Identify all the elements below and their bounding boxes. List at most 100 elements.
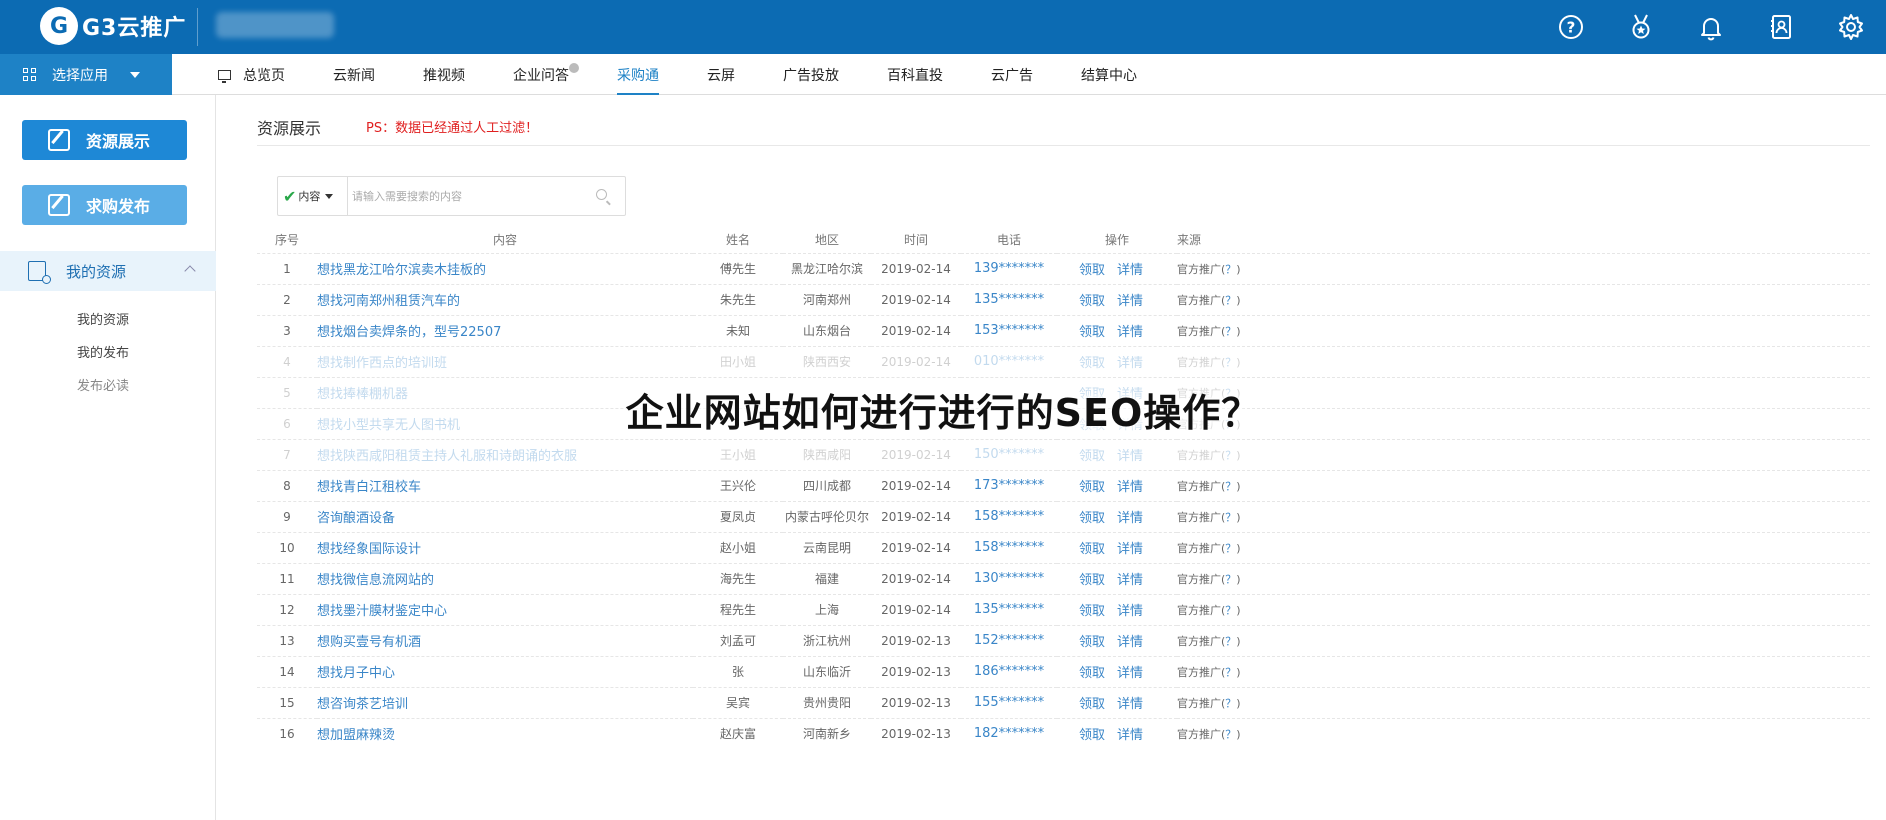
resource-show-button[interactable]: 资源展示 [22,120,187,160]
claim-link[interactable]: 领取 [1079,666,1105,681]
detail-link[interactable]: 详情 [1117,604,1143,619]
tab-ads[interactable]: 广告投放 [783,54,839,95]
source-help-icon[interactable]: ？ [1225,325,1236,338]
help-icon[interactable]: ? [1536,0,1606,54]
row-content-link[interactable]: 想找月子中心 [317,655,693,687]
medal-icon[interactable] [1606,0,1676,54]
app-select-dropdown[interactable]: 选择应用 [0,54,172,95]
search-icon[interactable] [596,189,607,200]
claim-link[interactable]: 领取 [1079,356,1105,371]
source-help-icon[interactable]: ？ [1225,666,1236,679]
claim-link[interactable]: 领取 [1079,325,1105,340]
row-content-link[interactable]: 想找微信息流网站的 [317,562,693,594]
claim-link[interactable]: 领取 [1079,728,1105,743]
row-source: 官方推广(？) [1177,562,1870,594]
source-help-icon[interactable]: ？ [1225,511,1236,524]
claim-link[interactable]: 领取 [1079,294,1105,309]
table-row: 8 想找青白江租校车 王兴伦 四川成都 2019-02-14 173******* 领取 详情… [257,469,1870,501]
source-text: 官方推广( [1177,572,1226,586]
row-content-link[interactable]: 想加盟麻辣烫 [317,717,693,749]
row-content-link[interactable]: 想找烟台卖焊条的，型号22507 [317,314,693,346]
logo[interactable]: G G3云推广 [40,6,186,46]
source-help-icon[interactable]: ？ [1225,573,1236,586]
row-source: 官方推广(？) [1177,314,1870,346]
search-input[interactable] [352,178,592,214]
row-content-link[interactable]: 想购买壹号有机酒 [317,624,693,656]
source-help-icon[interactable]: ？ [1225,542,1236,555]
table-row: 2 想找河南郑州租赁汽车的 朱先生 河南郑州 2019-02-14 135******* 领… [257,283,1870,315]
source-help-icon[interactable]: ？ [1225,263,1236,276]
source-close: ) [1236,262,1241,276]
claim-link[interactable]: 领取 [1079,511,1105,526]
source-help-icon[interactable]: ？ [1225,480,1236,493]
detail-link[interactable]: 详情 [1117,294,1143,309]
row-date: 2019-02-13 [871,717,961,749]
row-content-link[interactable]: 咨询酿酒设备 [317,500,693,532]
detail-link[interactable]: 详情 [1117,325,1143,340]
claim-link[interactable]: 领取 [1079,604,1105,619]
row-region: 贵州贵阳 [783,686,871,718]
row-content-link[interactable]: 想找制作西点的培训班 [317,345,693,377]
edit-icon [48,129,70,151]
source-help-icon[interactable]: ？ [1225,356,1236,369]
detail-link[interactable]: 详情 [1117,573,1143,588]
claim-link[interactable]: 领取 [1079,542,1105,557]
detail-link[interactable]: 详情 [1117,728,1143,743]
row-region: 陕西西安 [783,345,871,377]
bell-icon[interactable] [1676,0,1746,54]
detail-link[interactable]: 详情 [1117,635,1143,650]
source-close: ) [1236,324,1241,338]
tab-video[interactable]: 推视频 [423,54,465,95]
search-type-select[interactable]: ✔ 内容 [278,177,348,215]
detail-link[interactable]: 详情 [1117,511,1143,526]
tab-procurement[interactable]: 采购通 [617,54,659,95]
claim-link[interactable]: 领取 [1079,480,1105,495]
table-row: 1 想找黑龙江哈尔滨卖木挂板的 傅先生 黑龙江哈尔滨 2019-02-14 139****… [257,252,1870,284]
row-content-link[interactable]: 想找墨汁膜材鉴定中心 [317,593,693,625]
tab-settlement[interactable]: 结算中心 [1081,54,1137,95]
row-content-link[interactable]: 想找经象国际设计 [317,531,693,563]
purchase-publish-button[interactable]: 求购发布 [22,185,187,225]
tab-qa[interactable]: 企业问答 [513,54,579,95]
claim-link[interactable]: 领取 [1079,263,1105,278]
sidebar-item-my-resources[interactable]: 我的资源 [77,309,129,328]
source-help-icon[interactable]: ？ [1225,635,1236,648]
row-content-link[interactable]: 想找陕西咸阳租赁主持人礼服和诗朗诵的衣服 [317,438,693,470]
claim-link[interactable]: 领取 [1079,697,1105,712]
detail-link[interactable]: 详情 [1117,666,1143,681]
row-content-link[interactable]: 想咨询茶艺培训 [317,686,693,718]
tab-cloud-screen[interactable]: 云屏 [707,54,735,95]
tab-cloud-ads[interactable]: 云广告 [991,54,1033,95]
detail-link[interactable]: 详情 [1117,263,1143,278]
row-content-link[interactable]: 想找黑龙江哈尔滨卖木挂板的 [317,252,693,284]
gear-icon[interactable] [1816,0,1886,54]
tab-wiki[interactable]: 百科直投 [887,54,943,95]
source-help-icon[interactable]: ？ [1225,697,1236,710]
detail-link[interactable]: 详情 [1117,697,1143,712]
row-content-link[interactable]: 想找河南郑州租赁汽车的 [317,283,693,315]
source-close: ) [1236,293,1241,307]
source-help-icon[interactable]: ？ [1225,728,1236,741]
row-content-link[interactable]: 想找青白江租校车 [317,469,693,501]
contacts-icon[interactable] [1746,0,1816,54]
sidebar-item-my-publish[interactable]: 我的发布 [77,342,129,361]
app-select-label: 选择应用 [52,67,108,84]
source-help-icon[interactable]: ？ [1225,449,1236,462]
detail-link[interactable]: 详情 [1117,356,1143,371]
source-help-icon[interactable]: ？ [1225,604,1236,617]
detail-link[interactable]: 详情 [1117,542,1143,557]
source-text: 官方推广( [1177,603,1226,617]
source-close: ) [1236,665,1241,679]
my-resources-section[interactable]: 我的资源 [0,251,216,291]
claim-link[interactable]: 领取 [1079,573,1105,588]
row-no: 1 [257,252,317,284]
detail-link[interactable]: 详情 [1117,480,1143,495]
claim-link[interactable]: 领取 [1079,449,1105,464]
source-help-icon[interactable]: ？ [1225,294,1236,307]
tab-overview[interactable]: 总览页 [218,54,285,95]
claim-link[interactable]: 领取 [1079,635,1105,650]
tab-cloud-news[interactable]: 云新闻 [333,54,375,95]
overlay-title: 企业网站如何进行进行的SEO操作？ [625,391,1261,435]
row-name: 张 [693,655,783,687]
detail-link[interactable]: 详情 [1117,449,1143,464]
